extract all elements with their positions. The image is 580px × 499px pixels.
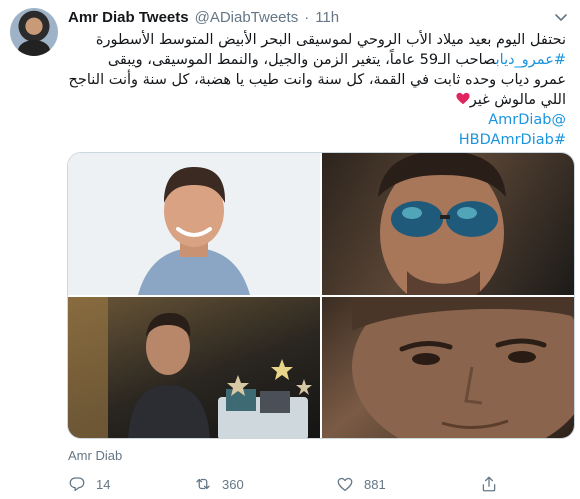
retweet-count: 360 [222,476,244,492]
media-caption[interactable]: Amr Diab [68,448,122,463]
hashtag-link-hbd[interactable]: #HBDAmrDiab [68,130,566,150]
reply-count: 14 [96,476,111,492]
photo-birthday-cake[interactable] [68,297,320,438]
avatar[interactable] [10,8,58,56]
tweet-text-line-3: عمرو دياب وحده ثابت في القمة، كل سنة وان… [68,72,566,88]
tweet-actions: 14 360 881 [68,474,508,494]
tweet-text: نحتفل اليوم بعيد ميلاد الأب الروحي لموسي… [68,30,566,150]
like-icon [337,477,353,492]
tweet-text-line-4: اللي مالوش غير [68,90,566,110]
tweet-text-line-4-body: اللي مالوش غير [469,92,566,108]
chevron-down-icon[interactable] [554,10,568,24]
reply-button[interactable]: 14 [68,474,110,494]
reply-icon [69,477,85,492]
mention-link[interactable]: @AmrDiab [68,110,566,130]
like-count: 881 [364,476,386,492]
photo-closeup-portrait[interactable] [322,297,574,438]
author-name[interactable]: Amr Diab Tweets [68,9,189,26]
author-handle[interactable]: @ADiabTweets [195,9,299,26]
photo-sunglasses-portrait-image [378,153,506,295]
tweet-text-line-2-body: صاحب الـ59 عاماً، يتغير الزمن والجيل، وا… [107,52,496,68]
separator-dot: · [304,9,310,26]
share-button[interactable] [480,474,498,494]
photo-closeup-portrait-image [352,297,574,438]
like-button[interactable]: 881 [336,474,386,494]
hashtag-link[interactable]: #عمرو_دياب [496,52,566,68]
photo-sunglasses-portrait[interactable] [322,153,574,295]
tweet-header: Amr Diab Tweets @ADiabTweets · 11h [68,9,570,29]
retweet-button[interactable]: 360 [194,474,244,494]
tweet-timestamp[interactable]: 11h [315,9,339,26]
tweet-text-line-2: #عمرو_ديابصاحب الـ59 عاماً، يتغير الزمن … [68,50,566,70]
retweet-icon [196,478,210,490]
heart-emoji-icon [456,92,470,105]
photo-birthday-cake-image [68,297,312,438]
tweet-text-line-1: نحتفل اليوم بعيد ميلاد الأب الروحي لموسي… [95,32,566,48]
media-grid[interactable] [67,152,575,439]
share-icon [482,476,496,492]
photo-smiling-portrait[interactable] [68,153,320,295]
photo-smiling-portrait-image [68,153,320,295]
avatar-figure [18,40,50,56]
